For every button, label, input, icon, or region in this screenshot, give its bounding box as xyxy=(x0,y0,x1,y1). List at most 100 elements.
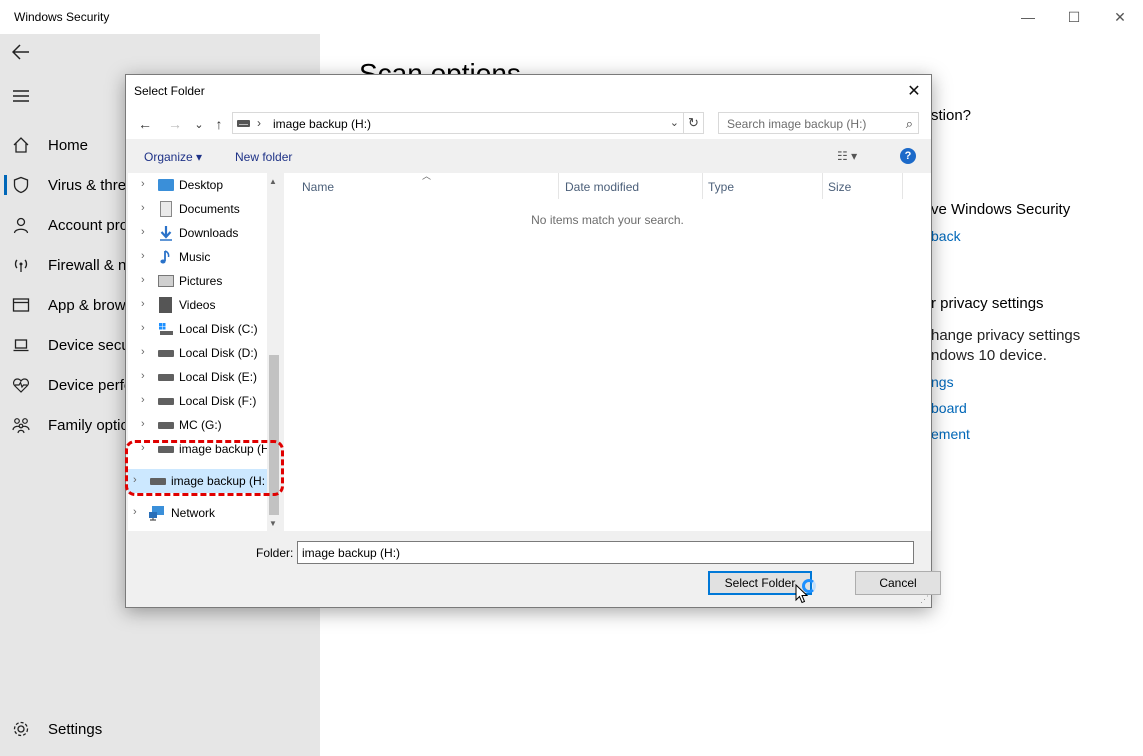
tree-item-local-disk-d[interactable]: › Local Disk (D:) xyxy=(128,341,268,365)
scrollbar-thumb[interactable] xyxy=(269,355,279,515)
expand-chevron-icon[interactable]: › xyxy=(141,298,145,310)
drive-icon xyxy=(158,374,174,381)
browser-icon xyxy=(10,294,32,316)
search-placeholder: Search image backup (H:) xyxy=(727,117,867,131)
sidebar-item-label: Device perfo xyxy=(48,376,133,394)
tree-item-local-disk-e[interactable]: › Local Disk (E:) xyxy=(128,365,268,389)
scroll-down-icon[interactable]: ▼ xyxy=(269,519,277,528)
family-icon xyxy=(10,414,32,436)
expand-chevron-icon[interactable]: › xyxy=(141,370,145,382)
tree-item-music[interactable]: › Music xyxy=(128,245,268,269)
network-icon xyxy=(148,505,164,521)
tree-item-label: Local Disk (E:) xyxy=(179,370,258,384)
address-bar[interactable]: › image backup (H:) ⌄ xyxy=(232,112,684,134)
dialog-close-button[interactable]: ✕ xyxy=(903,81,925,101)
minimize-button[interactable]: — xyxy=(1005,4,1051,30)
recent-locations-button[interactable]: ⌄ xyxy=(190,115,208,133)
tree-item-image-backup-h[interactable]: › image backup (H xyxy=(128,437,270,461)
tree-item-downloads[interactable]: › Downloads xyxy=(128,221,268,245)
expand-chevron-icon[interactable]: › xyxy=(133,474,137,486)
new-folder-button[interactable]: New folder xyxy=(235,150,292,164)
sidebar-item-label: Device secur xyxy=(48,336,135,354)
refresh-button[interactable]: ↻ xyxy=(684,112,704,134)
home-icon xyxy=(10,134,32,156)
view-options-button[interactable]: ☷ ▾ xyxy=(837,149,857,163)
tree-item-label: Documents xyxy=(179,202,240,216)
sidebar-item-label: Firewall & ne xyxy=(48,256,135,274)
question-heading: stion? xyxy=(931,107,972,124)
tree-item-local-disk-f[interactable]: › Local Disk (F:) xyxy=(128,389,268,413)
videos-icon xyxy=(159,297,172,313)
feedback-link[interactable]: back xyxy=(931,228,961,244)
expand-chevron-icon[interactable]: › xyxy=(133,506,137,518)
gear-icon xyxy=(10,718,32,740)
app-titlebar: Windows Security — ☐ ✕ xyxy=(0,0,1143,34)
navigation-pane: › Desktop › Documents › Downloads › Musi… xyxy=(128,173,281,531)
column-divider[interactable] xyxy=(902,173,903,199)
tree-item-label: Local Disk (D:) xyxy=(179,346,258,360)
tree-item-label: Downloads xyxy=(179,226,239,240)
busy-spinner-icon xyxy=(802,579,816,593)
expand-chevron-icon[interactable]: › xyxy=(141,322,145,334)
column-header-date-modified[interactable]: Date modified xyxy=(547,173,691,199)
expand-chevron-icon[interactable]: › xyxy=(141,178,145,190)
breadcrumb-chevron-icon[interactable]: › xyxy=(257,116,261,130)
tree-item-local-disk-c[interactable]: › Local Disk (C:) xyxy=(128,317,268,341)
tree-item-mc-g[interactable]: › MC (G:) xyxy=(128,413,268,437)
privacy-body-line-2: ndows 10 device. xyxy=(931,347,1047,364)
back-button[interactable]: ← xyxy=(136,115,154,133)
expand-chevron-icon[interactable]: › xyxy=(141,202,145,214)
expand-chevron-icon[interactable]: › xyxy=(141,418,145,430)
tree-item-label: image backup (H xyxy=(179,442,270,456)
cancel-button[interactable]: Cancel xyxy=(855,571,941,595)
folder-field[interactable] xyxy=(297,541,914,564)
help-icon[interactable]: ? xyxy=(900,148,916,164)
privacy-body-line-1: hange privacy settings xyxy=(931,327,1081,344)
tree-item-label: image backup (H: xyxy=(171,474,266,488)
privacy-statement-link[interactable]: ement xyxy=(931,426,970,442)
forward-button[interactable]: → xyxy=(166,115,184,133)
pictures-icon xyxy=(158,275,174,287)
breadcrumb[interactable]: image backup (H:) xyxy=(273,117,371,131)
organize-button[interactable]: Organize ▾ xyxy=(144,150,202,164)
tree-item-label: Local Disk (C:) xyxy=(179,322,258,336)
tree-item-image-backup-h-selected[interactable]: › image backup (H: xyxy=(128,469,268,493)
resize-grip-icon[interactable]: ⋰ xyxy=(920,594,929,605)
sidebar-item-settings[interactable]: Settings xyxy=(0,709,320,749)
column-header-name[interactable]: Name xyxy=(284,173,558,199)
heart-icon xyxy=(10,374,32,396)
up-button[interactable]: ↑ xyxy=(210,115,228,133)
sidebar-item-label: Account prot xyxy=(48,216,133,234)
tree-item-pictures[interactable]: › Pictures xyxy=(128,269,268,293)
improve-heading: ve Windows Security xyxy=(931,201,1071,218)
navigation-scrollbar[interactable]: ▲ ▼ xyxy=(267,173,281,531)
privacy-dashboard-link[interactable]: board xyxy=(931,400,967,416)
column-header-size[interactable]: Size xyxy=(810,173,890,199)
expand-chevron-icon[interactable]: › xyxy=(141,274,145,286)
tree-item-network[interactable]: › Network xyxy=(128,501,268,525)
person-icon xyxy=(10,214,32,236)
maximize-button[interactable]: ☐ xyxy=(1051,4,1097,30)
expand-chevron-icon[interactable]: › xyxy=(141,394,145,406)
hamburger-icon[interactable] xyxy=(10,85,32,107)
navigation-bar: ← → ⌄ ↑ › image backup (H:) ⌄ ↻ Search i… xyxy=(126,107,931,139)
search-icon[interactable]: ⌕ xyxy=(906,116,913,132)
expand-chevron-icon[interactable]: › xyxy=(141,346,145,358)
expand-chevron-icon[interactable]: › xyxy=(141,250,145,262)
expand-chevron-icon[interactable]: › xyxy=(141,442,145,454)
privacy-settings-link[interactable]: ngs xyxy=(931,374,954,390)
address-dropdown-icon[interactable]: ⌄ xyxy=(670,116,679,129)
dialog-titlebar: Select Folder ✕ xyxy=(126,75,931,107)
search-input[interactable]: Search image backup (H:) ⌕ xyxy=(718,112,919,134)
back-arrow-icon[interactable] xyxy=(10,41,32,63)
documents-icon xyxy=(160,201,172,217)
tree-item-desktop[interactable]: › Desktop xyxy=(128,173,268,197)
tree-item-documents[interactable]: › Documents xyxy=(128,197,268,221)
tree-item-label: Local Disk (F:) xyxy=(179,394,257,408)
tree-item-videos[interactable]: › Videos xyxy=(128,293,268,317)
dialog-title: Select Folder xyxy=(134,84,205,98)
close-button[interactable]: ✕ xyxy=(1097,4,1143,30)
scroll-up-icon[interactable]: ▲ xyxy=(269,177,277,186)
expand-chevron-icon[interactable]: › xyxy=(141,226,145,238)
column-header-type[interactable]: Type xyxy=(690,173,810,199)
